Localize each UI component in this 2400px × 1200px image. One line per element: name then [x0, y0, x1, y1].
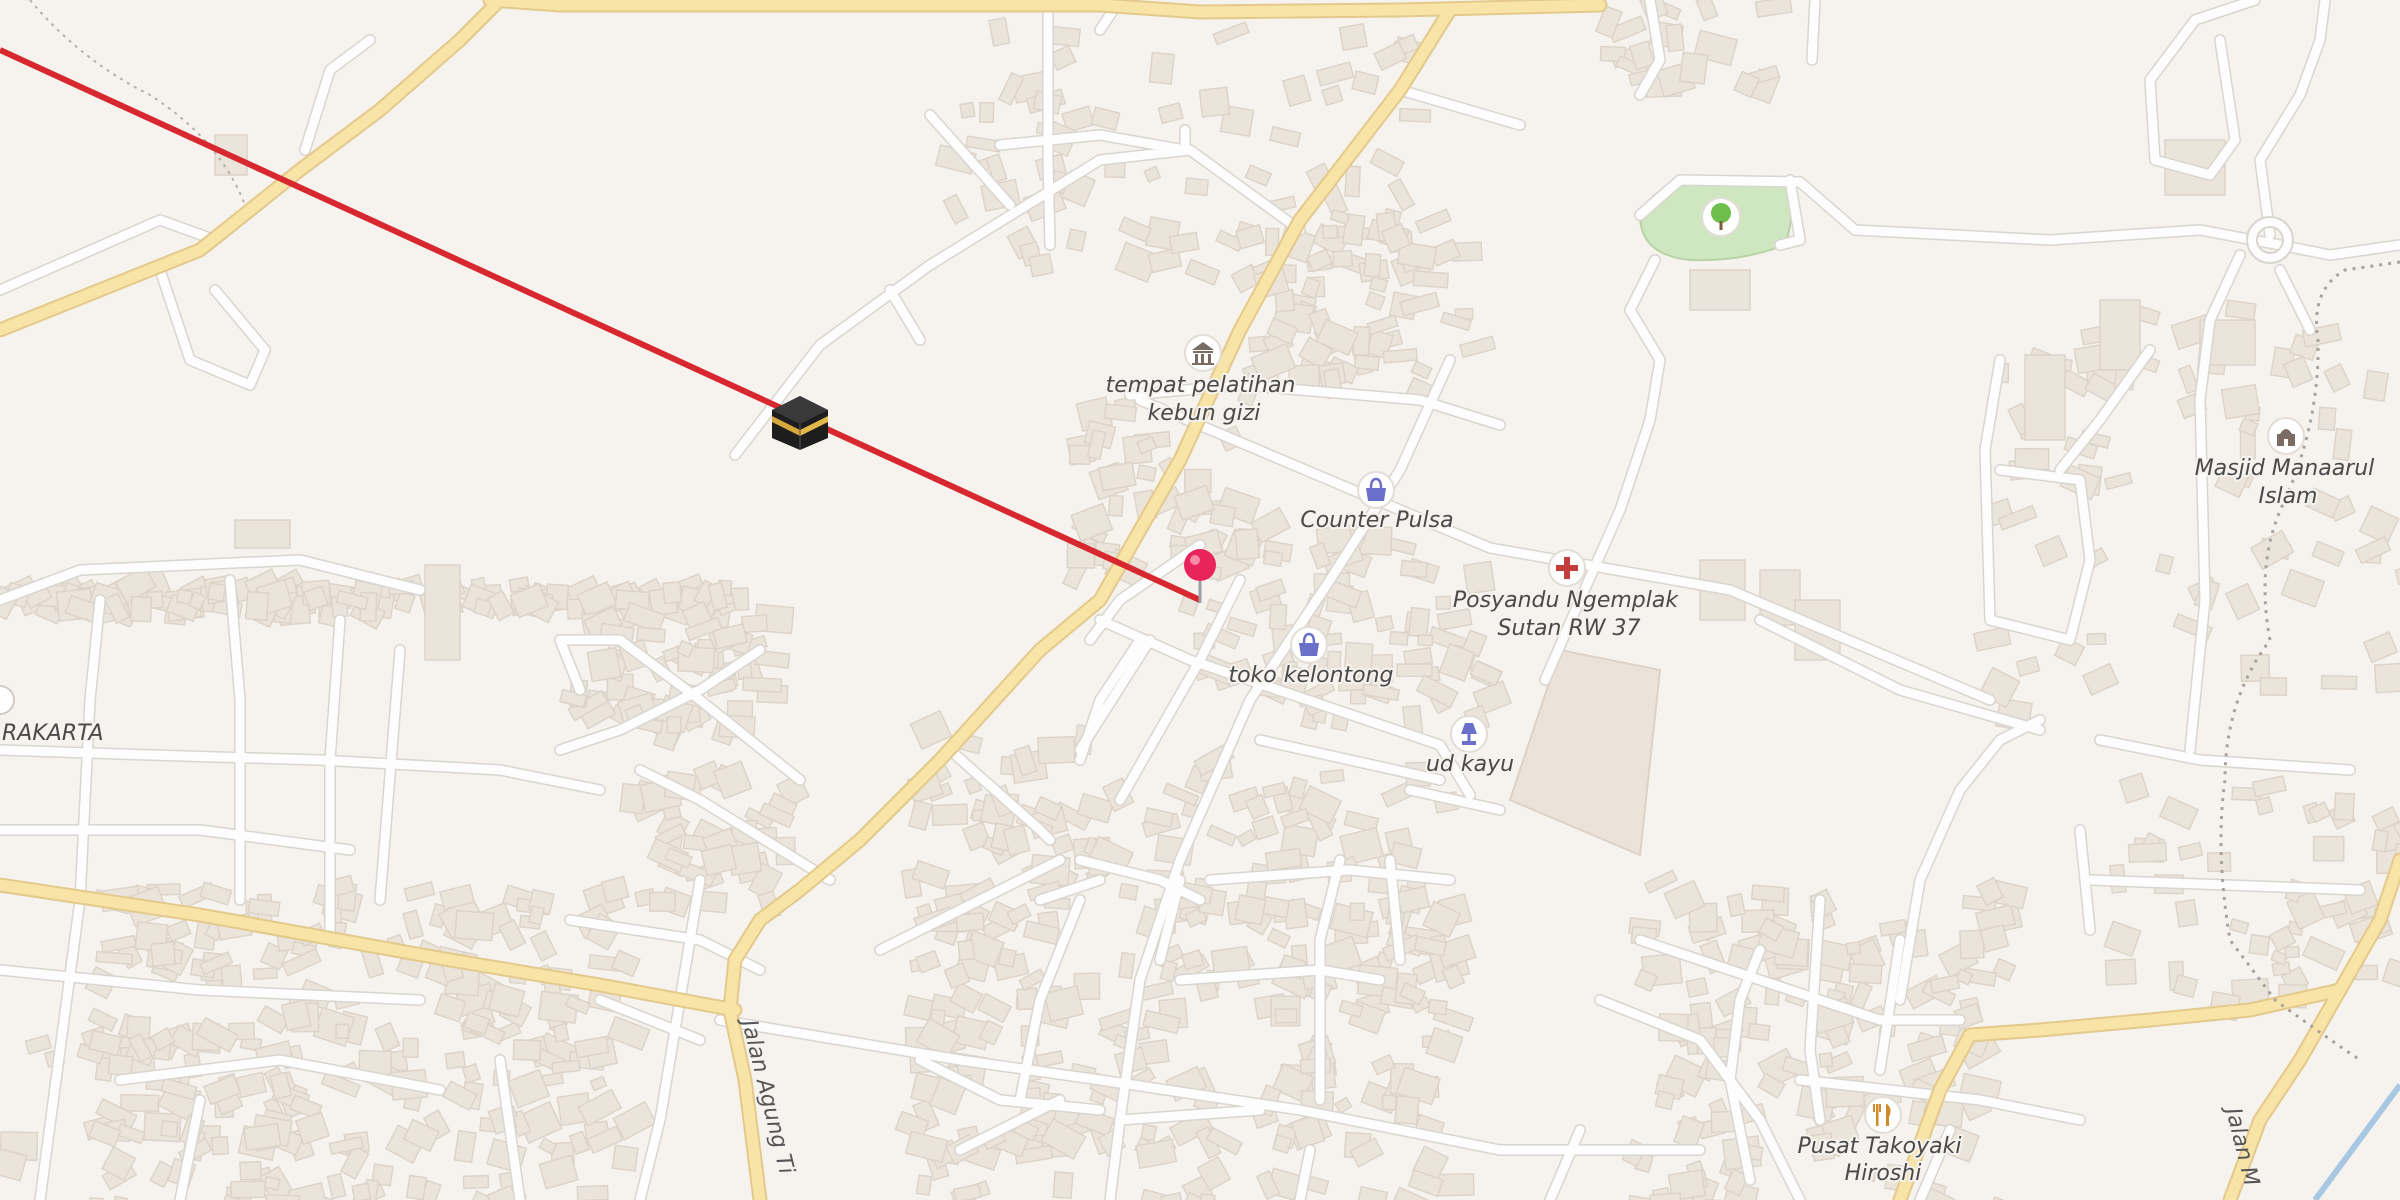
place-label-counter-pulsa[interactable]: Counter Pulsa	[1298, 506, 1455, 535]
tree-icon[interactable]	[1701, 197, 1741, 237]
mosque-icon[interactable]	[2267, 417, 2305, 455]
place-label-toko-kelontong[interactable]: toko kelontong	[1226, 661, 1395, 690]
place-label-rakarta[interactable]: RAKARTA	[0, 719, 106, 748]
place-label-ud-kayu[interactable]: ud kayu	[1424, 750, 1516, 779]
shop-bag-icon[interactable]	[1357, 471, 1395, 509]
shop-bag-icon[interactable]	[1290, 626, 1328, 664]
map-canvas[interactable]: tempat pelatihan kebun gizi Counter Puls…	[0, 0, 2400, 1200]
museum-icon[interactable]	[1184, 334, 1222, 372]
medical-cross-icon[interactable]	[1548, 549, 1586, 587]
restaurant-icon[interactable]	[1864, 1096, 1902, 1134]
lamp-shop-icon[interactable]	[1450, 715, 1488, 753]
